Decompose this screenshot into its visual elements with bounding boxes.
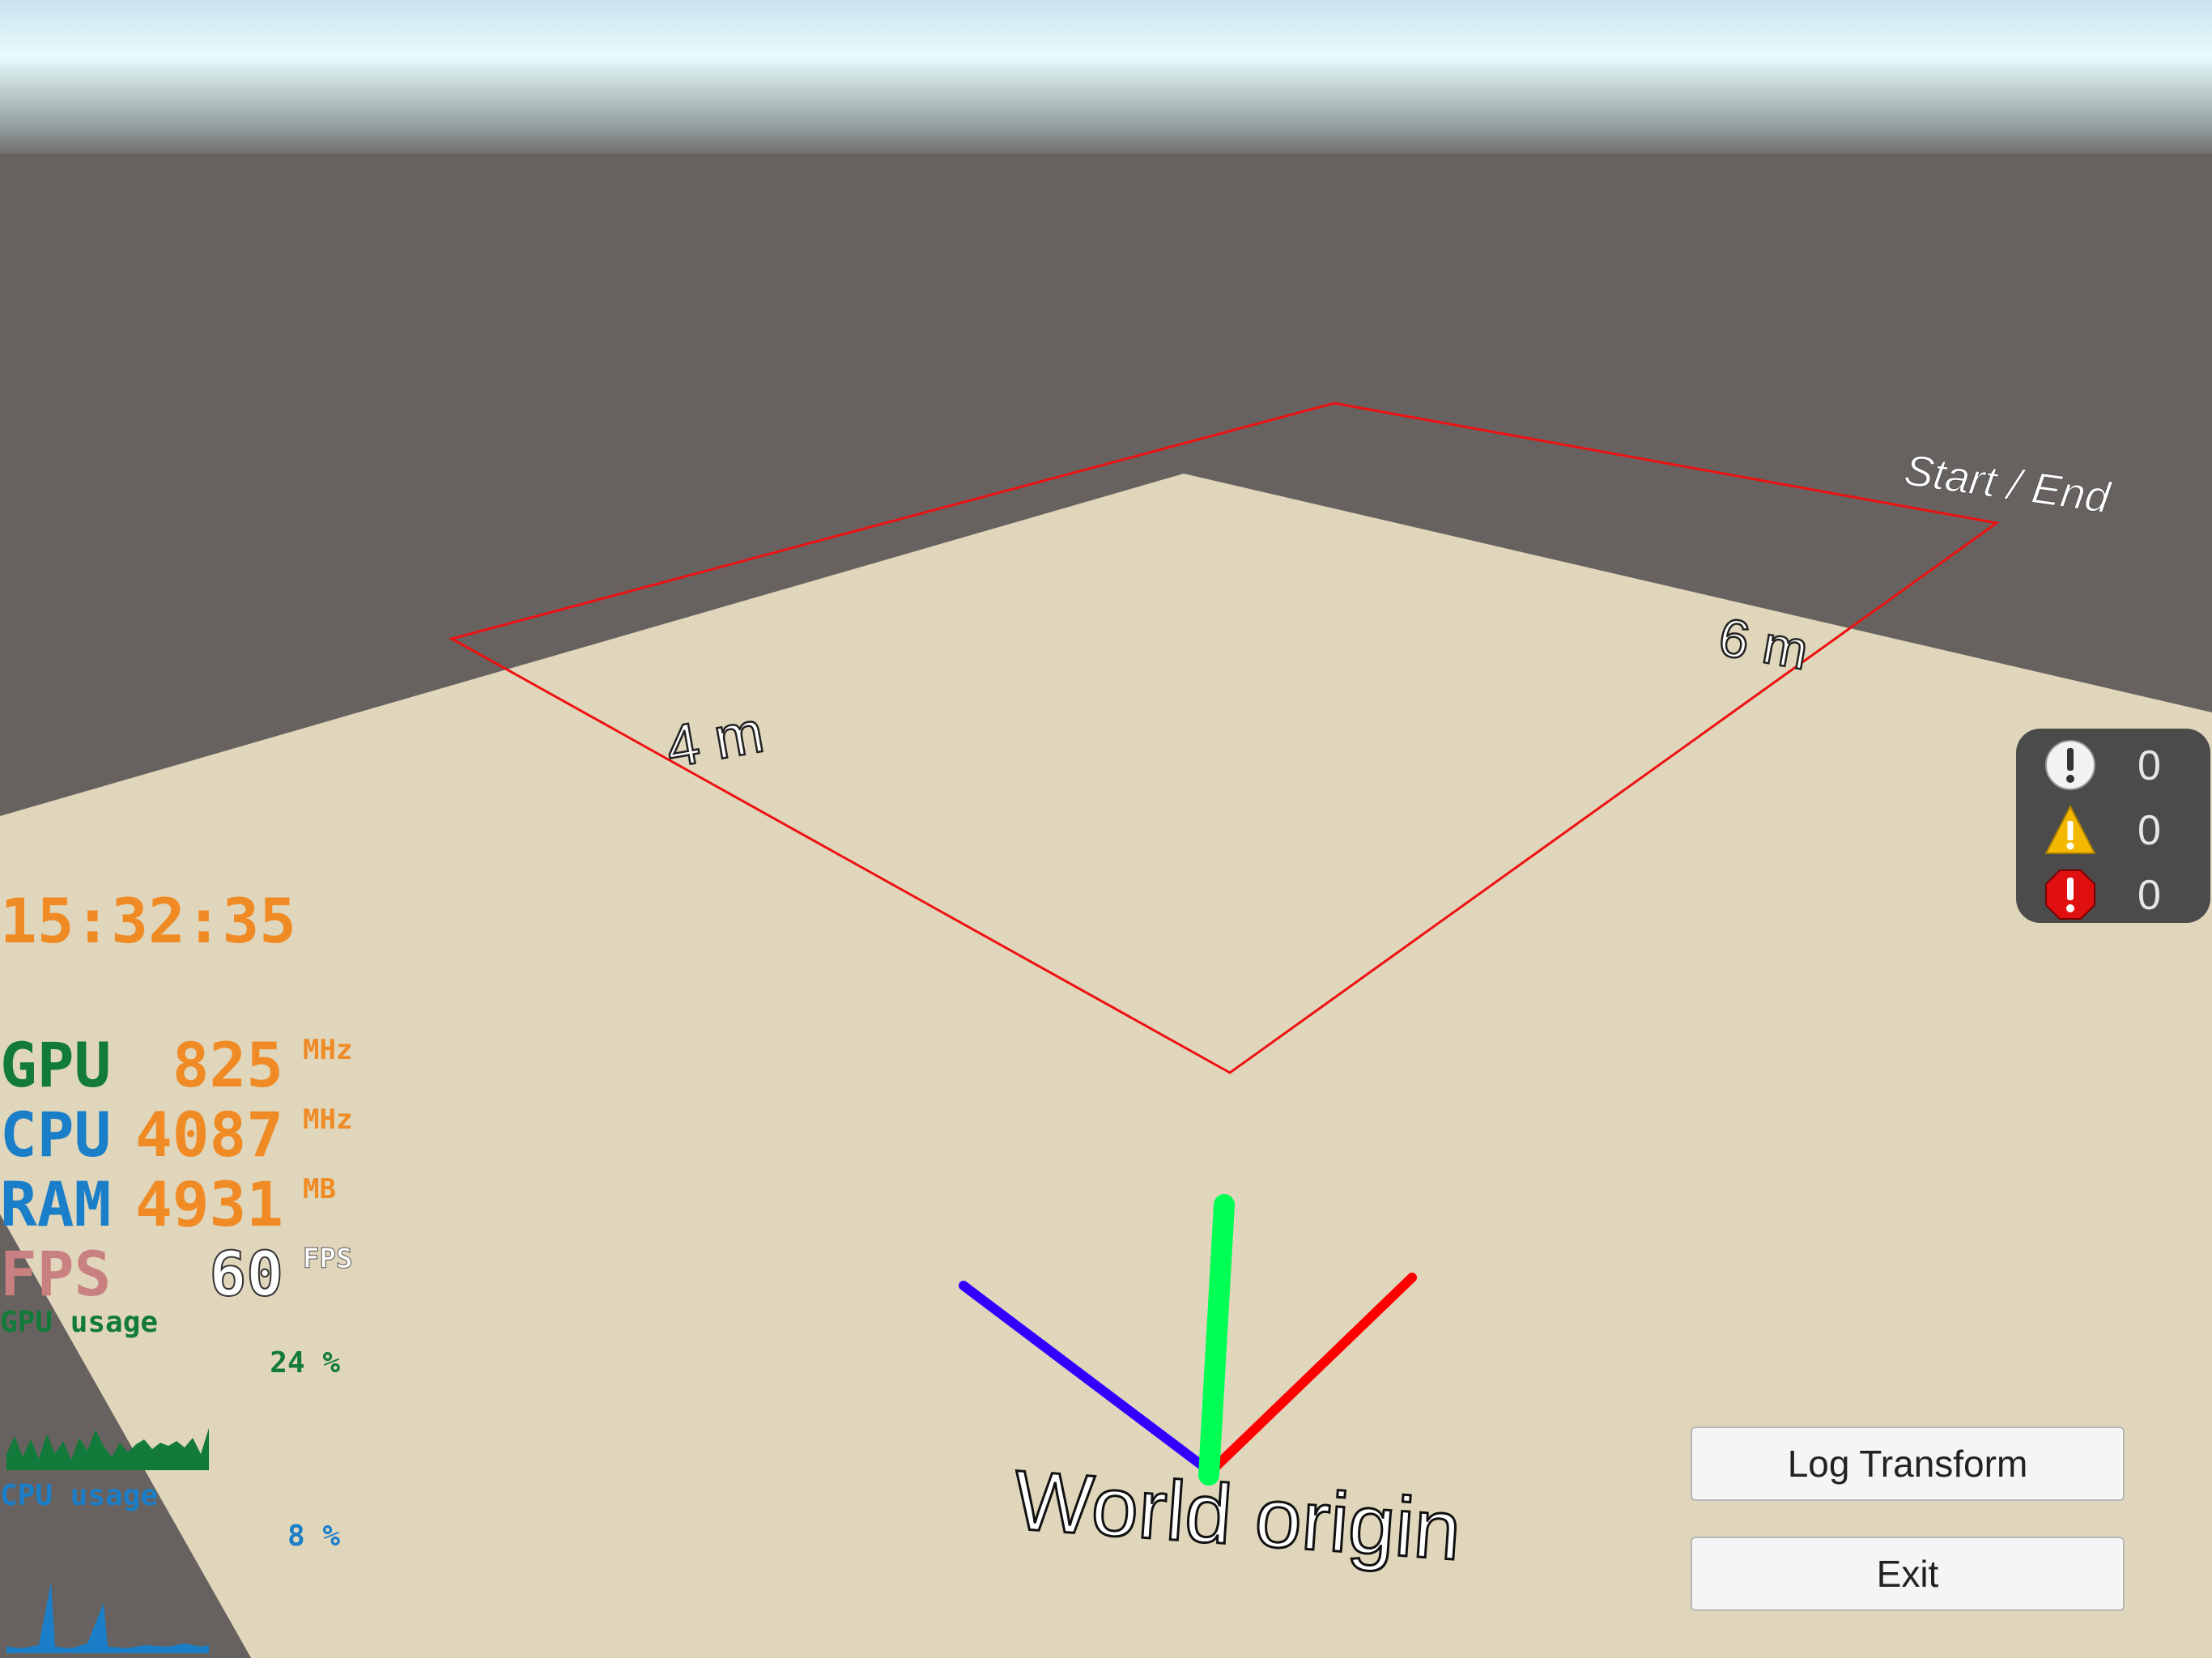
warning-count: 0 — [2138, 807, 2161, 854]
gpu-stat-value: 825 — [172, 1029, 283, 1101]
info-counter[interactable]: 0 — [2016, 732, 2210, 797]
ram-stat-unit: MB — [303, 1173, 336, 1205]
error-count: 0 — [2138, 872, 2161, 919]
gpu-stat: GPU 825 MHz — [0, 1035, 381, 1107]
clock-display: 15:32:35 — [0, 885, 297, 957]
cpu-stat-name: CPU — [0, 1099, 112, 1171]
fps-stat-value: 60 — [208, 1238, 284, 1310]
gpu-usage-panel: GPU usage 24 % — [0, 1308, 340, 1470]
ram-stat-name: RAM — [0, 1168, 112, 1240]
cpu-usage-graph — [6, 1582, 209, 1653]
gpu-usage-percent: 24 % — [270, 1346, 340, 1380]
gpu-usage-graph — [6, 1428, 209, 1470]
log-transform-button[interactable]: Log Transform — [1691, 1426, 2125, 1501]
warning-counter[interactable]: 0 — [2016, 797, 2210, 861]
cpu-usage-panel: CPU usage 8 % — [0, 1482, 340, 1658]
cpu-stat: CPU 4087 MHz — [0, 1104, 381, 1177]
ram-stat-value: 4931 — [134, 1168, 283, 1240]
exit-button[interactable]: Exit — [1691, 1537, 2125, 1611]
cpu-stat-value: 4087 — [134, 1099, 283, 1171]
ram-stat: RAM 4931 MB — [0, 1174, 381, 1247]
info-icon — [2045, 740, 2095, 790]
cpu-usage-label: CPU usage — [0, 1479, 159, 1512]
cpu-stat-unit: MHz — [303, 1103, 353, 1136]
fps-stat-name: FPS — [0, 1238, 112, 1310]
info-count: 0 — [2138, 742, 2161, 789]
console-counter-panel[interactable]: 0 0 0 — [2016, 729, 2210, 923]
gpu-stat-unit: MHz — [303, 1034, 353, 1066]
fps-stat-unit: FPS — [302, 1243, 353, 1275]
gpu-usage-label: GPU usage — [0, 1306, 159, 1339]
error-counter[interactable]: 0 — [2016, 861, 2210, 926]
cpu-usage-percent: 8 % — [287, 1520, 340, 1553]
gpu-stat-name: GPU — [0, 1029, 112, 1101]
error-icon — [2045, 869, 2095, 920]
sky — [0, 0, 2212, 162]
warning-icon — [2044, 804, 2096, 854]
